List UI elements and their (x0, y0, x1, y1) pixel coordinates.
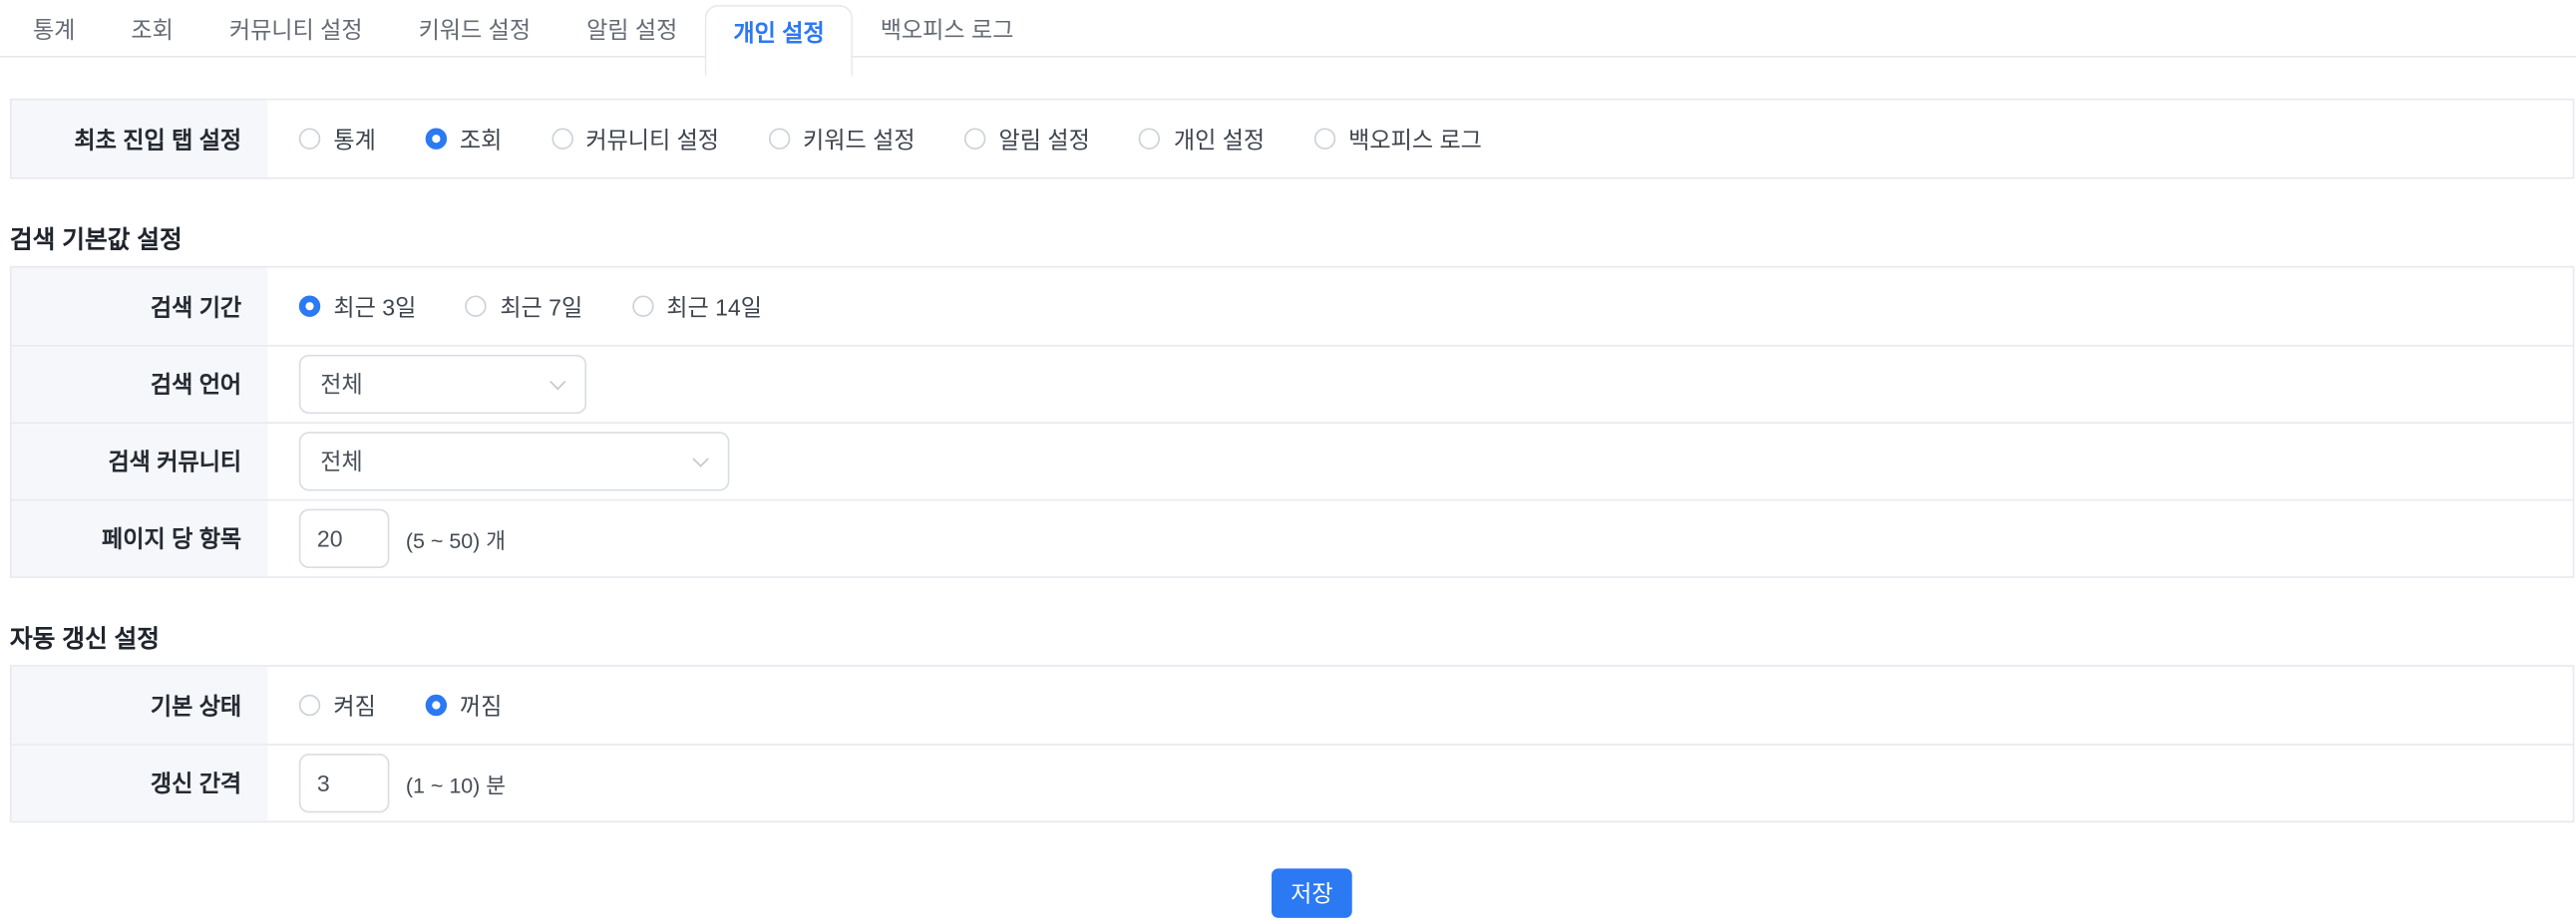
radio-option-label: 조회 (460, 123, 502, 155)
refresh-interval-label: 갱신 간격 (12, 746, 268, 821)
top-tab-bar: 통계 조회 커뮤니티 설정 키워드 설정 알림 설정 개인 설정 백오피스 로그 (0, 0, 2576, 58)
radio-circle[interactable] (466, 296, 487, 317)
radio-option-keyword-settings[interactable]: 키워드 설정 (768, 123, 915, 155)
radio-circle[interactable] (964, 128, 985, 149)
search-community-select[interactable]: 전체 (299, 432, 730, 490)
initial-tab-radio-group: 통계 조회 커뮤니티 설정 키워드 설정 (299, 123, 1482, 155)
save-button[interactable]: 저장 (1272, 868, 1352, 917)
radio-option-recent-14days[interactable]: 최근 14일 (632, 290, 762, 323)
initial-tab-label: 최초 진입 탭 설정 (12, 100, 268, 176)
radio-circle[interactable] (1139, 128, 1160, 149)
radio-option-label: 개인 설정 (1174, 123, 1265, 155)
select-value: 전체 (320, 368, 362, 401)
search-defaults-table: 검색 기간 최근 3일 최근 7일 최근 14일 (10, 266, 2574, 578)
auto-refresh-table: 기본 상태 켜짐 꺼짐 갱신 간격 (10, 665, 2574, 822)
page-size-hint: (5 ~ 50) 개 (406, 523, 506, 554)
radio-circle[interactable] (632, 296, 653, 317)
search-community-label: 검색 커뮤니티 (12, 424, 268, 499)
tab-search[interactable]: 조회 (103, 0, 200, 59)
search-community-row: 검색 커뮤니티 전체 (12, 422, 2573, 498)
page-size-input[interactable] (299, 509, 390, 568)
radio-option-personal-settings[interactable]: 개인 설정 (1139, 123, 1265, 155)
radio-circle-checked[interactable] (299, 296, 320, 317)
radio-option-label: 켜짐 (333, 689, 375, 722)
initial-tab-row: 최초 진입 탭 설정 통계 조회 커뮤니티 설정 (12, 100, 2573, 176)
search-language-select[interactable]: 전체 (299, 355, 586, 414)
radio-option-label: 알림 설정 (999, 123, 1090, 155)
radio-option-label: 꺼짐 (460, 689, 502, 722)
radio-option-community-settings[interactable]: 커뮤니티 설정 (552, 123, 719, 155)
tab-alert-settings[interactable]: 알림 설정 (558, 0, 705, 59)
search-language-label: 검색 언어 (12, 347, 268, 423)
section-title-search-defaults: 검색 기본값 설정 (10, 221, 2574, 256)
save-row: 저장 (10, 868, 2574, 917)
radio-circle-checked[interactable] (425, 695, 446, 716)
tab-community-settings[interactable]: 커뮤니티 설정 (201, 0, 391, 59)
radio-circle[interactable] (552, 128, 572, 149)
radio-circle-checked[interactable] (425, 128, 446, 149)
tab-personal-settings[interactable]: 개인 설정 (705, 5, 852, 76)
personal-settings-page: 통계 조회 커뮤니티 설정 키워드 설정 알림 설정 개인 설정 백오피스 로그… (0, 0, 2576, 924)
settings-content: 최초 진입 탭 설정 통계 조회 커뮤니티 설정 (10, 99, 2574, 918)
radio-option-label: 백오피스 로그 (1348, 123, 1482, 155)
radio-option-backoffice-log[interactable]: 백오피스 로그 (1314, 123, 1482, 155)
radio-option-label: 키워드 설정 (803, 123, 916, 155)
search-period-row: 검색 기간 최근 3일 최근 7일 최근 14일 (12, 268, 2573, 345)
tab-keyword-settings[interactable]: 키워드 설정 (391, 0, 559, 59)
radio-circle[interactable] (299, 128, 320, 149)
radio-circle[interactable] (299, 695, 320, 716)
refresh-interval-row: 갱신 간격 (1 ~ 10) 분 (12, 744, 2573, 820)
refresh-state-row: 기본 상태 켜짐 꺼짐 (12, 667, 2573, 744)
radio-option-label: 최근 14일 (666, 290, 762, 323)
search-period-radio-group: 최근 3일 최근 7일 최근 14일 (299, 290, 762, 323)
radio-option-label: 최근 7일 (500, 290, 582, 323)
radio-option-recent-7days[interactable]: 최근 7일 (466, 290, 582, 323)
chevron-down-icon (550, 374, 565, 390)
search-period-label: 검색 기간 (12, 268, 268, 345)
select-value: 전체 (320, 445, 362, 477)
radio-option-alert-settings[interactable]: 알림 설정 (964, 123, 1090, 155)
radio-option-label: 통계 (333, 123, 375, 155)
refresh-state-label: 기본 상태 (12, 667, 268, 744)
radio-option-search[interactable]: 조회 (425, 123, 502, 155)
radio-option-on[interactable]: 켜짐 (299, 689, 376, 722)
tab-stats[interactable]: 통계 (5, 0, 103, 59)
tab-backoffice-log[interactable]: 백오피스 로그 (853, 0, 1042, 59)
search-language-row: 검색 언어 전체 (12, 345, 2573, 422)
radio-circle[interactable] (1314, 128, 1335, 149)
radio-option-label: 커뮤니티 설정 (585, 123, 719, 155)
radio-option-off[interactable]: 꺼짐 (425, 689, 502, 722)
radio-option-recent-3days[interactable]: 최근 3일 (299, 290, 416, 323)
refresh-interval-input[interactable] (299, 754, 390, 812)
radio-option-stats[interactable]: 통계 (299, 123, 376, 155)
page-size-label: 페이지 당 항목 (12, 500, 268, 576)
chevron-down-icon (692, 451, 708, 466)
refresh-state-radio-group: 켜짐 꺼짐 (299, 689, 502, 722)
initial-tab-table: 최초 진입 탭 설정 통계 조회 커뮤니티 설정 (10, 99, 2574, 179)
page-size-row: 페이지 당 항목 (5 ~ 50) 개 (12, 499, 2573, 576)
radio-circle[interactable] (768, 128, 789, 149)
section-title-auto-refresh: 자동 갱신 설정 (10, 621, 2574, 656)
refresh-interval-hint: (1 ~ 10) 분 (406, 768, 506, 798)
radio-option-label: 최근 3일 (333, 290, 416, 323)
